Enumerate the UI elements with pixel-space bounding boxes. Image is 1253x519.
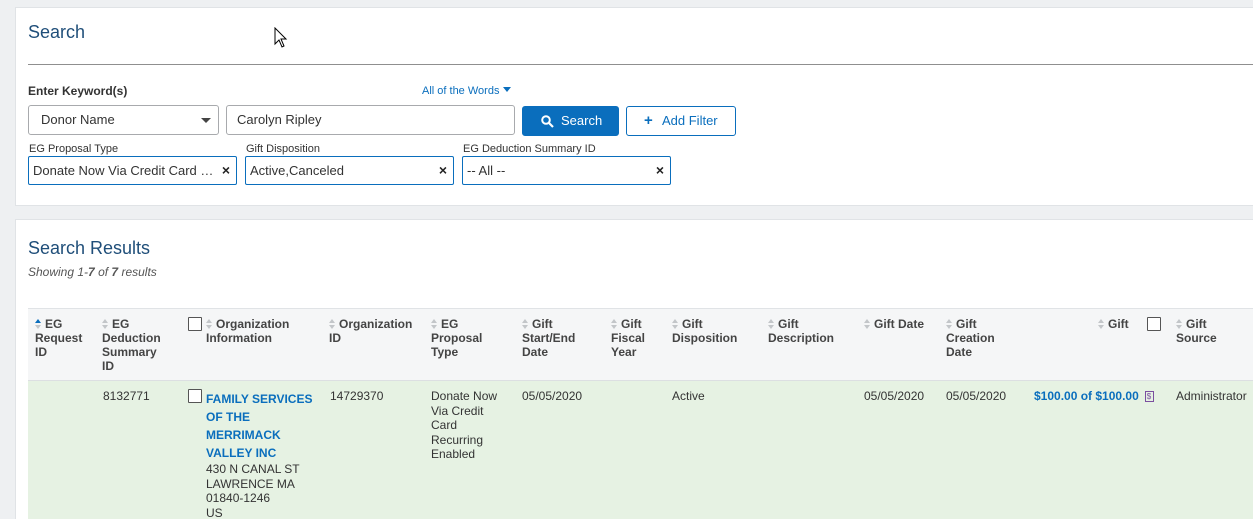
sort-icon bbox=[102, 319, 109, 329]
row-checkbox[interactable] bbox=[188, 389, 202, 403]
col-proposal-type[interactable]: EG Proposal Type bbox=[431, 317, 501, 359]
sort-icon bbox=[611, 319, 618, 329]
sort-icon bbox=[1176, 319, 1183, 329]
sort-icon bbox=[431, 319, 438, 329]
search-panel: Search Enter Keyword(s) All of the Words… bbox=[15, 7, 1253, 206]
col-organization-info[interactable]: Organization Information bbox=[206, 317, 326, 345]
clear-icon[interactable]: × bbox=[656, 157, 664, 184]
sort-icon bbox=[206, 319, 213, 329]
filter-label-deduction-summary: EG Deduction Summary ID bbox=[463, 143, 596, 155]
cell-gift-date: 05/05/2020 bbox=[864, 389, 925, 403]
col-eg-request-id[interactable]: EG Request ID bbox=[35, 317, 95, 359]
cell-organization-id: 14729370 bbox=[330, 389, 384, 403]
cell-disposition: Active bbox=[672, 389, 705, 403]
organization-link[interactable]: FAMILY SERVICES OF THE MERRIMACK VALLEY … bbox=[206, 390, 318, 462]
cell-gift-source: Administrator bbox=[1176, 389, 1247, 403]
add-filter-label: Add Filter bbox=[662, 113, 718, 128]
cell-proposal-type: Donate Now Via Credit Card Recurring Ena… bbox=[431, 389, 498, 461]
cell-deduction-summary-id: 8132771 bbox=[103, 389, 150, 403]
caret-down-icon bbox=[503, 87, 512, 92]
results-count: Showing 1-7 of 7 results bbox=[28, 265, 157, 279]
col-organization-id[interactable]: Organization ID bbox=[329, 317, 424, 345]
add-filter-button[interactable]: + Add Filter bbox=[626, 106, 736, 136]
sort-icon bbox=[672, 319, 679, 329]
filter-gift-disposition[interactable]: Active,Canceled × bbox=[245, 156, 454, 185]
cell-organization-info: FAMILY SERVICES OF THE MERRIMACK VALLEY … bbox=[206, 390, 318, 519]
match-mode-label: All of the Words bbox=[422, 85, 500, 97]
keyword-input[interactable]: Carolyn Ripley bbox=[226, 105, 515, 135]
table-row[interactable]: 8132771 FAMILY SERVICES OF THE MERRIMACK… bbox=[28, 381, 1253, 519]
filter-label-proposal-type: EG Proposal Type bbox=[29, 143, 119, 155]
keyword-label: Enter Keyword(s) bbox=[28, 84, 128, 98]
select-all-checkbox[interactable] bbox=[188, 317, 202, 331]
search-field-select[interactable]: Donor Name bbox=[28, 105, 219, 135]
filter-deduction-summary[interactable]: -- All -- × bbox=[462, 156, 671, 185]
col-gift[interactable]: Gift bbox=[1098, 317, 1148, 331]
match-mode-dropdown[interactable]: All of the Words bbox=[422, 85, 512, 97]
table-header: EG Request ID EG Deduction Summary ID Or… bbox=[28, 308, 1253, 381]
cell-start-end-date: 05/05/2020 bbox=[522, 389, 583, 403]
cell-gift: $100.00 of $100.00 bbox=[1034, 389, 1154, 405]
col-gift-source[interactable]: Gift Source bbox=[1176, 317, 1246, 345]
gift-amount-link[interactable]: $100.00 of $100.00 bbox=[1034, 389, 1139, 403]
org-address-line: LAWRENCE MA bbox=[206, 476, 295, 491]
sort-icon bbox=[768, 319, 775, 329]
sort-icon bbox=[864, 319, 871, 329]
col-fiscal-year[interactable]: Gift Fiscal Year bbox=[611, 317, 666, 359]
receipt-icon[interactable] bbox=[1144, 390, 1154, 405]
filter-gift-disposition-value: Active,Canceled bbox=[250, 163, 344, 178]
col-description[interactable]: Gift Description bbox=[768, 317, 848, 345]
filter-proposal-type-value: Donate Now Via Credit Card Recurring Ena… bbox=[33, 163, 218, 178]
results-title: Search Results bbox=[28, 238, 151, 258]
org-address-line: US bbox=[206, 505, 223, 519]
mouse-cursor-icon bbox=[274, 27, 288, 48]
title-divider bbox=[28, 64, 1253, 65]
search-button-label: Search bbox=[561, 113, 603, 128]
col-start-end-date[interactable]: Gift Start/End Date bbox=[522, 317, 602, 359]
cell-creation-date: 05/05/2020 bbox=[946, 389, 1007, 403]
gift-select-all-checkbox[interactable] bbox=[1147, 317, 1161, 331]
chevron-down-icon bbox=[201, 118, 211, 123]
sort-asc-icon bbox=[35, 319, 42, 329]
filter-label-gift-disposition: Gift Disposition bbox=[246, 143, 320, 155]
org-address-line: 01840-1246 bbox=[206, 491, 271, 505]
col-disposition[interactable]: Gift Disposition bbox=[672, 317, 757, 345]
sort-icon bbox=[946, 319, 953, 329]
clear-icon[interactable]: × bbox=[222, 157, 230, 184]
search-field-value: Donor Name bbox=[41, 112, 115, 127]
sort-icon bbox=[522, 319, 529, 329]
sort-icon bbox=[329, 319, 336, 329]
clear-icon[interactable]: × bbox=[439, 157, 447, 184]
filter-deduction-summary-value: -- All -- bbox=[467, 163, 506, 178]
org-address-line: 430 N CANAL ST bbox=[206, 462, 300, 476]
plus-icon: + bbox=[644, 112, 653, 129]
col-creation-date[interactable]: Gift Creation Date bbox=[946, 317, 1016, 359]
sort-icon bbox=[1098, 319, 1105, 329]
results-panel: Search Results Showing 1-7 of 7 results … bbox=[15, 219, 1253, 519]
filter-proposal-type[interactable]: Donate Now Via Credit Card Recurring Ena… bbox=[28, 156, 237, 185]
search-icon bbox=[541, 115, 554, 128]
col-deduction-summary-id[interactable]: EG Deduction Summary ID bbox=[102, 317, 172, 373]
col-gift-date[interactable]: Gift Date bbox=[864, 317, 924, 331]
search-button[interactable]: Search bbox=[522, 106, 619, 136]
search-title: Search bbox=[28, 22, 86, 42]
